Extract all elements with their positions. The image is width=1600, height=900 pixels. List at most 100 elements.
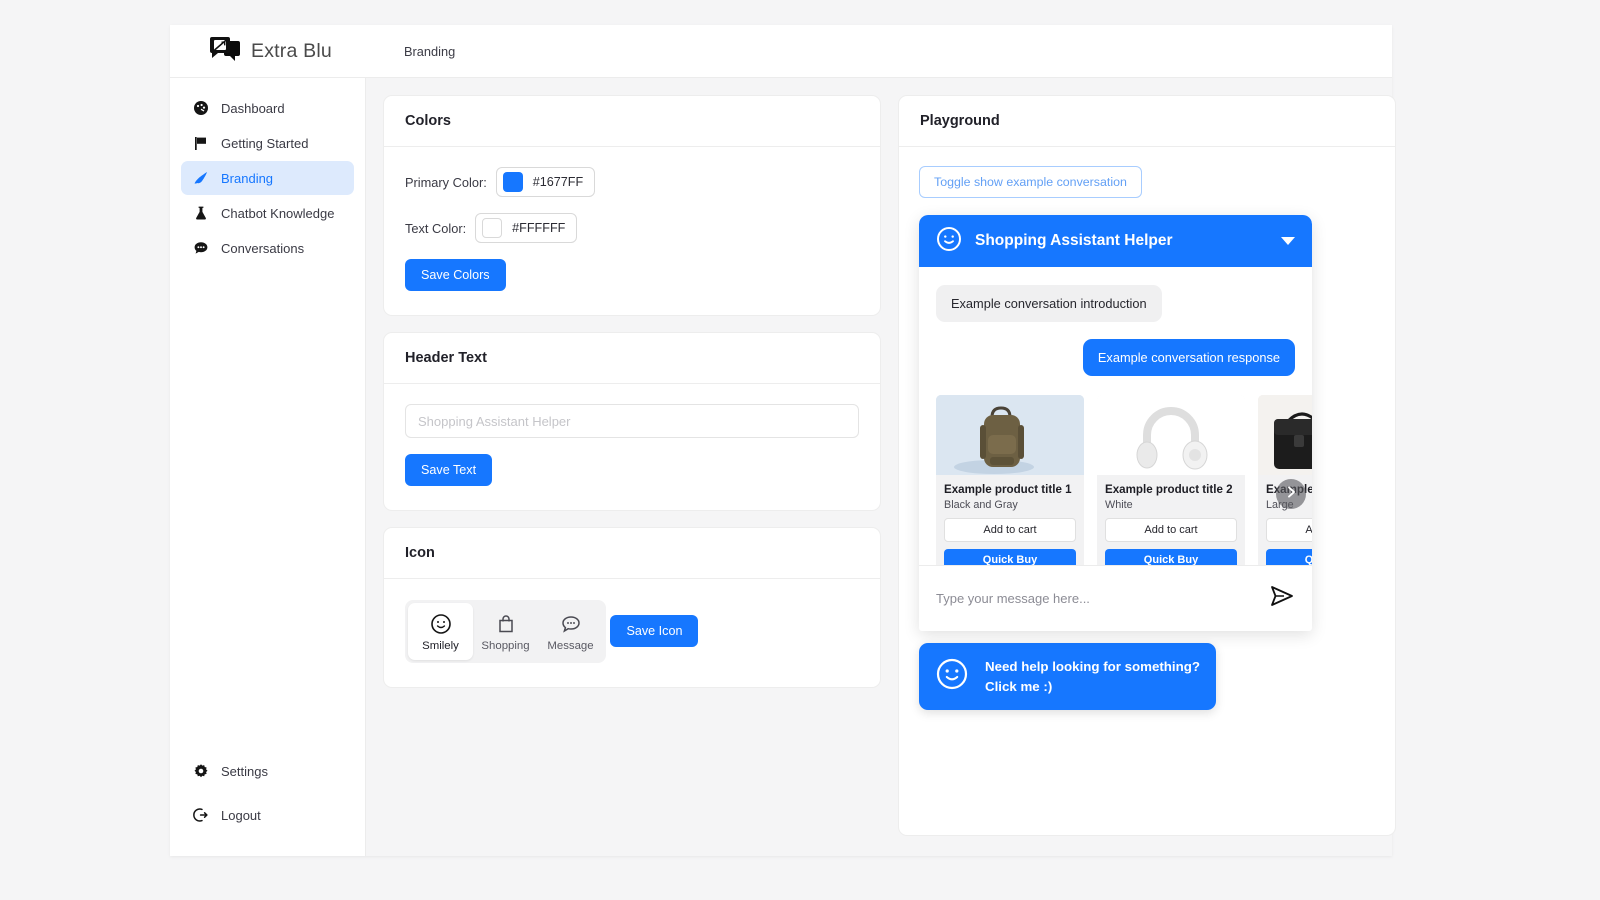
text-color-value: #FFFFFF (512, 221, 566, 235)
header-text-panel: Header Text Save Text (383, 332, 881, 511)
text-color-row: Text Color: #FFFFFF (405, 213, 859, 243)
chat-widget-header[interactable]: Shopping Assistant Helper (919, 215, 1312, 267)
message-row-user: Example conversation response (936, 339, 1295, 376)
cta-line-1: Need help looking for something? (985, 659, 1200, 675)
primary-color-field[interactable]: #1677FF (495, 167, 596, 197)
icon-panel: Icon Smilely Shopping Message Save Icon (383, 527, 881, 688)
headphones-photo (1097, 395, 1245, 475)
quick-buy-button[interactable]: Quick Buy (944, 549, 1076, 565)
icon-option-shopping[interactable]: Shopping (473, 603, 538, 660)
chevron-down-icon[interactable] (1281, 237, 1295, 245)
sidebar-item-branding[interactable]: Branding (181, 161, 354, 195)
cta-line-2: Click me :) (985, 678, 1053, 694)
colors-panel-title: Colors (384, 96, 880, 147)
logout-icon (192, 807, 209, 824)
sidebar-item-label: Dashboard (221, 100, 285, 116)
add-to-cart-button[interactable]: Add to cart (944, 518, 1076, 542)
sidebar-item-label: Branding (221, 170, 274, 186)
paintbrush-icon (192, 170, 209, 187)
product-carousel-track: Example product title 1 Black and Gray A… (936, 395, 1312, 565)
sidebar-item-dashboard[interactable]: Dashboard (181, 91, 354, 125)
icon-option-smilely[interactable]: Smilely (408, 603, 473, 660)
add-to-cart-button[interactable]: Add to cart (1266, 518, 1312, 542)
sidebar-item-label: Logout (221, 807, 261, 823)
icon-panel-title: Icon (384, 528, 880, 579)
playground-panel: Playground Toggle show example conversat… (898, 95, 1396, 836)
settings-column: Colors Primary Color: #1677FF Text Color… (383, 95, 881, 856)
message-dots-icon (538, 612, 603, 636)
chat-bubbles-logo-icon (210, 37, 240, 65)
primary-color-label: Primary Color: (405, 174, 487, 190)
sidebar-secondary-nav: Settings Logout (170, 754, 365, 856)
chat-launcher-cta[interactable]: Need help looking for something? Click m… (919, 643, 1216, 710)
save-text-button[interactable]: Save Text (405, 454, 493, 486)
brand-name: Extra Blu (251, 39, 332, 62)
top-bar: Extra Blu Branding (170, 25, 1392, 78)
primary-color-swatch[interactable] (502, 172, 523, 192)
brand-logo-area[interactable]: Extra Blu (170, 37, 366, 65)
chat-dots-icon (192, 240, 209, 257)
message-row-bot: Example conversation introduction (936, 285, 1295, 322)
sidebar: Dashboard Getting Started Branding Chatb… (170, 78, 366, 856)
product-title: Example product title 2 (1105, 483, 1233, 496)
product-title: Example product title 1 (944, 483, 1072, 496)
header-text-input[interactable] (405, 404, 859, 438)
carousel-next-button[interactable] (1276, 479, 1306, 509)
sidebar-item-chatbot-knowledge[interactable]: Chatbot Knowledge (181, 196, 354, 230)
text-color-swatch[interactable] (482, 218, 503, 238)
sidebar-item-label: Settings (221, 763, 268, 779)
smiley-icon (936, 226, 962, 257)
user-message-bubble: Example conversation response (1082, 339, 1295, 376)
bot-message-bubble: Example conversation introduction (936, 285, 1162, 322)
colors-panel: Colors Primary Color: #1677FF Text Color… (383, 95, 881, 316)
sidebar-item-conversations[interactable]: Conversations (181, 231, 354, 265)
chat-messages-area: Example conversation introduction Exampl… (919, 267, 1312, 565)
paper-plane-icon[interactable] (1269, 583, 1295, 614)
playground-column: Playground Toggle show example conversat… (898, 95, 1396, 856)
chat-launcher-text: Need help looking for something? Click m… (985, 657, 1200, 696)
playground-title: Playground (899, 96, 1395, 147)
icon-option-label: Shopping (481, 640, 530, 652)
sidebar-item-logout[interactable]: Logout (181, 798, 354, 832)
product-carousel: Example product title 1 Black and Gray A… (936, 395, 1312, 565)
gear-icon (192, 763, 209, 780)
quick-buy-button[interactable]: Quick Buy (1105, 549, 1237, 565)
speedometer-icon (192, 100, 209, 117)
flag-icon (192, 135, 209, 152)
backpack-photo (936, 395, 1084, 475)
primary-color-value: #1677FF (532, 175, 584, 189)
product-card[interactable]: Example product title 1 Black and Gray A… (936, 395, 1084, 565)
sidebar-item-getting-started[interactable]: Getting Started (181, 126, 354, 160)
save-colors-button[interactable]: Save Colors (405, 259, 506, 291)
app-window: Extra Blu Branding Dashboard Getting Sta… (170, 25, 1396, 856)
message-input[interactable] (936, 591, 1269, 606)
black-bag-photo (1258, 395, 1312, 475)
product-card[interactable]: Example product title 2 White Add to car… (1097, 395, 1245, 565)
shopping-bag-icon (473, 612, 538, 636)
sidebar-item-label: Chatbot Knowledge (221, 205, 335, 221)
sidebar-item-settings[interactable]: Settings (181, 754, 354, 788)
toggle-example-conversation-button[interactable]: Toggle show example conversation (919, 166, 1142, 198)
chat-composer (919, 565, 1312, 631)
quick-buy-button[interactable]: Quick Buy (1266, 549, 1312, 565)
product-subtitle: White (1105, 499, 1133, 511)
save-icon-button[interactable]: Save Icon (610, 615, 699, 647)
breadcrumb[interactable]: Branding (404, 44, 455, 59)
content-area: Colors Primary Color: #1677FF Text Color… (366, 78, 1396, 856)
icon-picker: Smilely Shopping Message (405, 600, 606, 663)
icon-option-label: Message (547, 640, 594, 652)
icon-option-label: Smilely (422, 640, 459, 652)
smiley-icon (408, 612, 473, 636)
chat-widget-title: Shopping Assistant Helper (975, 232, 1173, 249)
chat-widget-preview: Shopping Assistant Helper Example conver… (919, 215, 1312, 631)
header-text-panel-title: Header Text (384, 333, 880, 384)
sidebar-primary-nav: Dashboard Getting Started Branding Chatb… (170, 91, 365, 754)
product-subtitle: Black and Gray (944, 499, 1018, 511)
add-to-cart-button[interactable]: Add to cart (1105, 518, 1237, 542)
smiley-icon (935, 657, 969, 696)
flask-icon (192, 205, 209, 222)
sidebar-item-label: Conversations (221, 240, 305, 256)
icon-option-message[interactable]: Message (538, 603, 603, 660)
text-color-field[interactable]: #FFFFFF (475, 213, 578, 243)
chevron-right-icon (1283, 484, 1299, 505)
